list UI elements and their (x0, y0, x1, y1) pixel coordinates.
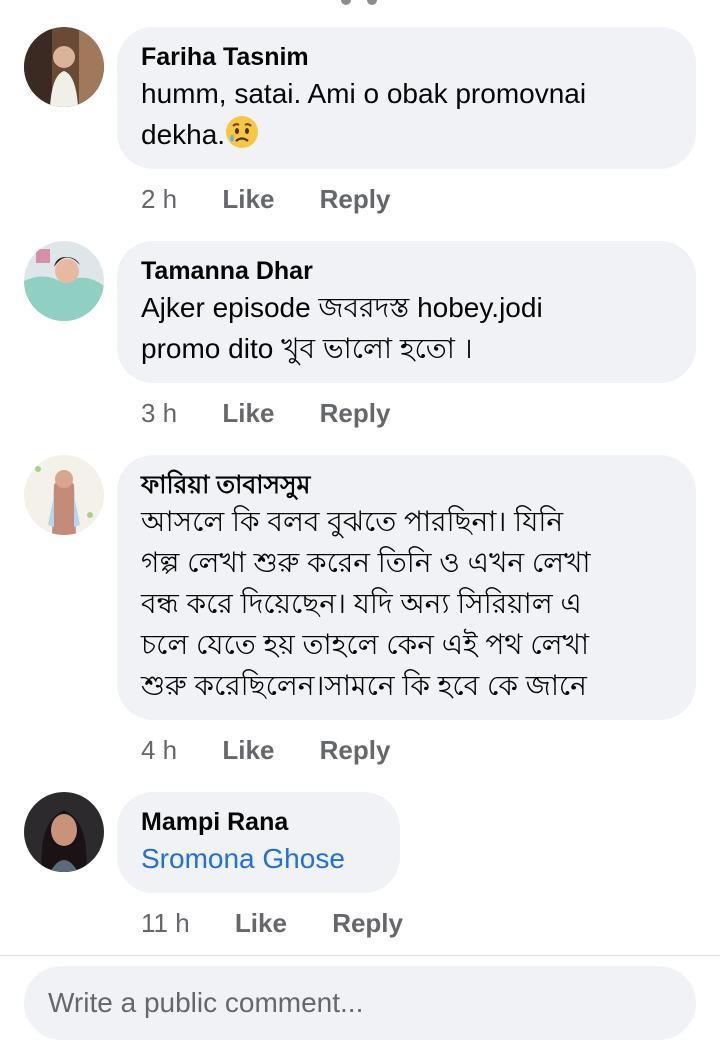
comment-author[interactable]: Tamanna Dhar (141, 255, 672, 287)
comment-bubble: Mampi Rana Sromona Ghose (117, 792, 400, 893)
worried-face-icon (226, 116, 259, 148)
comment-line: গল্প লেখা শুরু করেন তিনি ও এখন লেখা (141, 547, 591, 578)
comment-input[interactable]: Write a public comment... (24, 966, 696, 1040)
reply-button[interactable]: Reply (332, 907, 403, 939)
comment-author[interactable]: Fariha Tasnim (141, 41, 672, 73)
previous-reaction-fragment (341, 0, 377, 5)
reply-button[interactable]: Reply (320, 397, 391, 429)
comment-bubble: ফারিয়া তাবাসসুম আসলে কি বলব বুঝতে পারছি… (117, 455, 696, 720)
comment-author[interactable]: ফারিয়া তাবাসসুম (141, 469, 672, 501)
comment-timestamp[interactable]: 11 h (141, 907, 190, 939)
comment-actions: 3 h Like Reply (141, 397, 390, 429)
comment-actions: 11 h Like Reply (141, 907, 403, 939)
comment-text: humm, satai. Ami o obak promovnai dekha. (141, 73, 672, 155)
like-button[interactable]: Like (235, 907, 287, 939)
comment-text: Ajker episode জবরদস্ত hobey.jodi promo d… (141, 287, 672, 369)
comment-bubble: Tamanna Dhar Ajker episode জবরদস্ত hobey… (117, 241, 696, 383)
comment-line: dekha. (141, 114, 672, 155)
comment-line: humm, satai. Ami o obak promovnai (141, 78, 587, 109)
avatar[interactable] (24, 792, 104, 872)
avatar[interactable] (24, 241, 104, 321)
comment-timestamp[interactable]: 3 h (141, 397, 177, 429)
comment-line: শুরু করেছিলেন।সামনে কি হবে কে জানে (141, 670, 587, 701)
comment-line: বন্ধ করে দিয়েছেন। যদি অন্য সিরিয়াল এ (141, 588, 582, 619)
comment-line: আসলে কি বলব বুঝতে পারছিনা। যিনি (141, 506, 564, 537)
comment-bubble: Fariha Tasnim humm, satai. Ami o obak pr… (117, 27, 696, 169)
avatar[interactable] (24, 27, 104, 107)
comment-author[interactable]: Mampi Rana (141, 806, 376, 838)
comment-line-text: dekha. (141, 119, 226, 150)
reply-button[interactable]: Reply (320, 734, 391, 766)
comment-line: চলে যেতে হয় তাহলে কেন এই পথ লেখা (141, 629, 589, 660)
comment-actions: 4 h Like Reply (141, 734, 390, 766)
like-button[interactable]: Like (222, 183, 274, 215)
like-button[interactable]: Like (222, 734, 274, 766)
divider (0, 955, 720, 956)
comment-timestamp[interactable]: 2 h (141, 183, 177, 215)
reply-button[interactable]: Reply (320, 183, 391, 215)
like-button[interactable]: Like (222, 397, 274, 429)
mention-link[interactable]: Sromona Ghose (141, 838, 376, 879)
avatar[interactable] (24, 455, 104, 535)
comment-actions: 2 h Like Reply (141, 183, 390, 215)
comment-timestamp[interactable]: 4 h (141, 734, 177, 766)
comment-line: promo dito খুব ভালো হতো । (141, 333, 473, 364)
comment-text: আসলে কি বলব বুঝতে পারছিনা। যিনি গল্প লেখ… (141, 501, 672, 706)
comment-line: Ajker episode জবরদস্ত hobey.jodi (141, 292, 543, 323)
comment-input-placeholder: Write a public comment... (48, 987, 364, 1018)
